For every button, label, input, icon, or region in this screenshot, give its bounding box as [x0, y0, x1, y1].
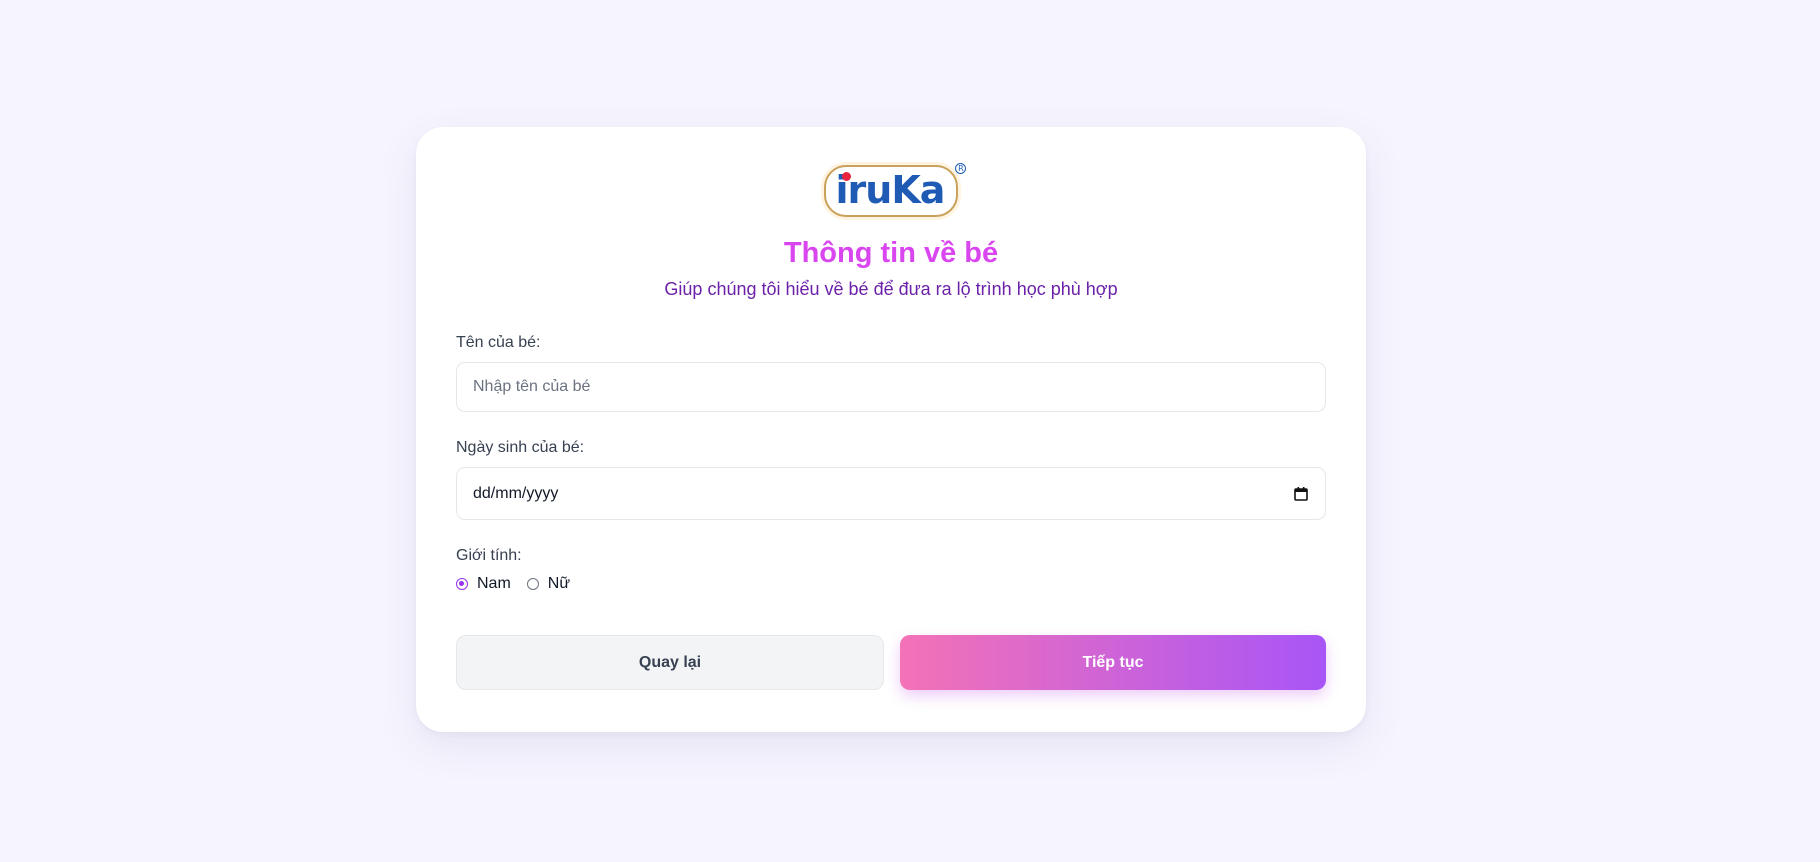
form-actions: Quay lại Tiếp tục: [456, 635, 1326, 690]
child-name-input[interactable]: Nhập tên của bé: [456, 362, 1326, 412]
page-subtitle: Giúp chúng tôi hiểu về bé để đưa ra lộ t…: [664, 279, 1118, 299]
gender-option-female[interactable]: Nữ: [526, 575, 571, 593]
continue-button[interactable]: Tiếp tục: [900, 635, 1326, 690]
logo-container: iruKa R: [456, 163, 1326, 217]
gender-label: Giới tính:: [456, 547, 522, 564]
child-dob-value: dd/mm/yyyy: [473, 484, 559, 502]
logo-dot: [841, 172, 851, 181]
logo-text: iruKa: [835, 168, 946, 212]
radio-male[interactable]: [456, 578, 468, 590]
radio-female[interactable]: [526, 578, 539, 590]
child-dob-input[interactable]: dd/mm/yyyy: [456, 467, 1326, 520]
back-button[interactable]: Quay lại: [456, 635, 884, 690]
gender-option-male-label: Nam: [477, 575, 511, 592]
child-name-label: Tên của bé:: [456, 334, 541, 351]
child-info-card: iruKa R Thông tin về bé Giúp chúng tôi h…: [416, 127, 1366, 732]
calendar-icon[interactable]: [1293, 486, 1309, 502]
gender-option-female-label: Nữ: [547, 575, 571, 592]
child-dob-label: Ngày sinh của bé:: [456, 439, 585, 456]
child-name-placeholder: Nhập tên của bé: [473, 378, 591, 395]
registered-mark: R: [955, 163, 967, 174]
gender-option-male[interactable]: Nam: [456, 575, 511, 593]
gender-radio-group: Nam Nữ: [456, 575, 1326, 593]
iruka-logo: iruKa R: [823, 163, 967, 217]
page-title: Thông tin về bé: [783, 237, 999, 269]
